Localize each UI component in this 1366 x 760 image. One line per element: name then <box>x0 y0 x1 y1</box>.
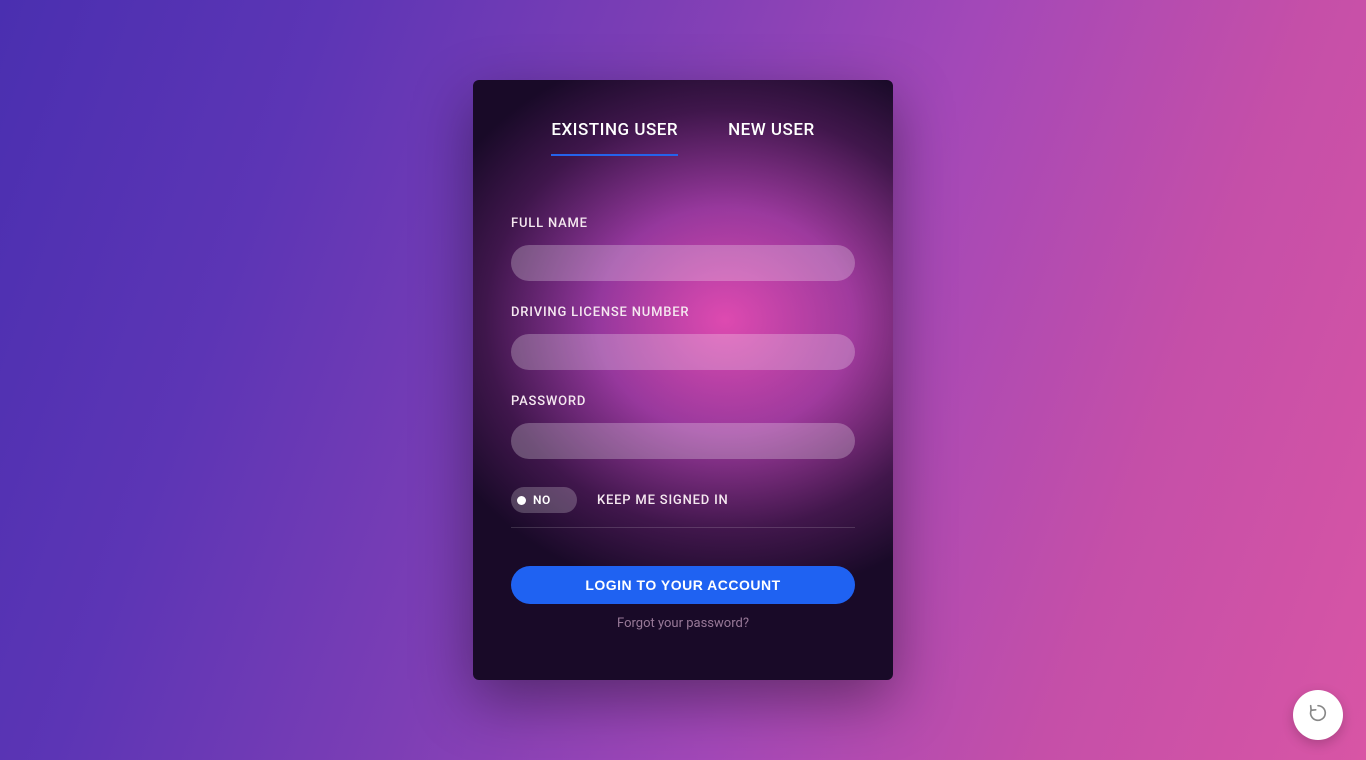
password-label: PASSWORD <box>511 394 855 409</box>
form-group-fullname: FULL NAME <box>511 216 855 281</box>
login-button[interactable]: LOGIN TO YOUR ACCOUNT <box>511 566 855 604</box>
login-card: EXISTING USER NEW USER FULL NAME DRIVING… <box>473 80 893 680</box>
refresh-icon <box>1307 702 1329 728</box>
fullname-input[interactable] <box>511 245 855 281</box>
tabs: EXISTING USER NEW USER <box>511 120 855 156</box>
toggle-state-text: NO <box>533 493 551 507</box>
license-input[interactable] <box>511 334 855 370</box>
keep-signed-in-row: NO KEEP ME SIGNED IN <box>511 487 855 528</box>
form-group-license: DRIVING LICENSE NUMBER <box>511 305 855 370</box>
password-input[interactable] <box>511 423 855 459</box>
tab-existing-user[interactable]: EXISTING USER <box>551 120 678 156</box>
keep-signed-in-toggle[interactable]: NO <box>511 487 577 513</box>
form-group-password: PASSWORD <box>511 394 855 459</box>
forgot-password-link[interactable]: Forgot your password? <box>511 616 855 631</box>
help-fab[interactable] <box>1293 690 1343 740</box>
tab-new-user[interactable]: NEW USER <box>728 120 815 156</box>
fullname-label: FULL NAME <box>511 216 855 231</box>
toggle-dot-icon <box>517 496 526 505</box>
keep-signed-in-label: KEEP ME SIGNED IN <box>597 493 729 508</box>
license-label: DRIVING LICENSE NUMBER <box>511 305 855 320</box>
